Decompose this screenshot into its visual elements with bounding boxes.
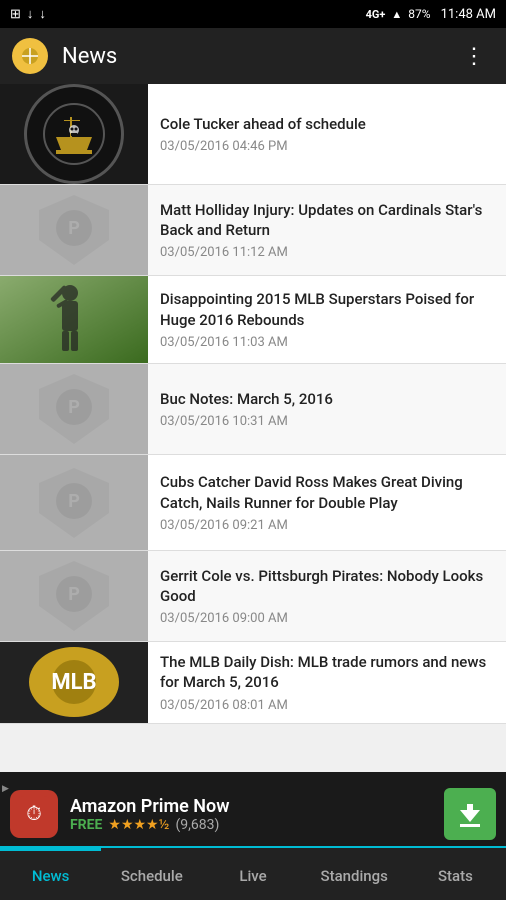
news-thumbnail [0,84,148,184]
nav-schedule-label: Schedule [121,867,183,885]
bottom-navigation: News Schedule Live Standings Stats [0,846,506,900]
nav-stats-label: Stats [438,867,473,885]
news-item[interactable]: P Buc Notes: March 5, 2016 03/05/2016 10… [0,364,506,455]
page-title: News [62,44,455,69]
news-list: Cole Tucker ahead of schedule 03/05/2016… [0,84,506,772]
news-title: Disappointing 2015 MLB Superstars Poised… [160,289,494,330]
ad-download-button[interactable] [444,788,496,840]
ad-free-label: FREE [70,817,102,833]
shield-icon: P [34,369,114,449]
svg-text:⏱: ⏱ [26,801,42,825]
svg-text:P: P [68,584,80,605]
network-indicator: 4G+ [366,8,386,21]
news-thumbnail: MLB [0,642,148,723]
ad-banner[interactable]: ▶ ⏱ Amazon Prime Now FREE ★★★★½ (9,683) [0,782,506,846]
news-date: 03/05/2016 09:21 AM [160,518,494,533]
nav-stats[interactable]: Stats [405,848,506,900]
news-content: The MLB Daily Dish: MLB trade rumors and… [148,642,506,723]
news-thumbnail: P [0,551,148,641]
news-content: Disappointing 2015 MLB Superstars Poised… [148,276,506,363]
nav-schedule[interactable]: Schedule [101,848,202,900]
nav-standings-label: Standings [321,867,388,885]
ad-label: ▶ [2,784,9,794]
news-title: Cole Tucker ahead of schedule [160,114,494,134]
news-item[interactable]: MLB The MLB Daily Dish: MLB trade rumors… [0,642,506,724]
ad-text-content: Amazon Prime Now FREE ★★★★½ (9,683) [70,796,432,833]
status-screenshots-icon: ⊞ [10,7,21,22]
news-item[interactable]: Cole Tucker ahead of schedule 03/05/2016… [0,84,506,185]
svg-text:P: P [68,218,80,239]
news-title: Matt Holliday Injury: Updates on Cardina… [160,200,494,241]
news-content: Cubs Catcher David Ross Makes Great Divi… [148,455,506,550]
ad-reviews: (9,683) [175,817,219,833]
news-title: Cubs Catcher David Ross Makes Great Divi… [160,472,494,513]
download-icon [456,800,484,828]
news-title: The MLB Daily Dish: MLB trade rumors and… [160,652,494,693]
svg-text:P: P [68,491,80,512]
ad-stars: ★★★★½ [108,817,169,833]
news-content: Gerrit Cole vs. Pittsburgh Pirates: Nobo… [148,551,506,641]
news-date: 03/05/2016 04:46 PM [160,139,494,154]
pirates-logo-icon [42,102,107,167]
battery-status: 87% [408,7,430,21]
overflow-menu-icon[interactable]: ⋮ [455,40,494,73]
news-thumbnail: P [0,364,148,454]
top-bar: News ⋮ [0,28,506,84]
time-display: 11:48 AM [441,7,496,22]
news-item[interactable]: P Matt Holliday Injury: Updates on Cardi… [0,185,506,276]
nav-live[interactable]: Live [202,848,303,900]
news-date: 03/05/2016 08:01 AM [160,698,494,713]
amazon-icon: ⏱ [16,796,52,832]
player-image-icon [0,276,148,363]
news-thumbnail: P [0,185,148,275]
svg-text:P: P [68,397,80,418]
mlb-logo-icon: MLB [39,647,109,717]
news-thumbnail [0,276,148,363]
nav-live-label: Live [239,867,266,885]
ad-app-icon: ⏱ [10,790,58,838]
news-item[interactable]: Disappointing 2015 MLB Superstars Poised… [0,276,506,364]
shield-icon: P [34,190,114,270]
news-date: 03/05/2016 11:03 AM [160,335,494,350]
shield-icon: P [34,463,114,543]
news-thumbnail: P [0,455,148,550]
news-title: Buc Notes: March 5, 2016 [160,389,494,409]
news-item[interactable]: P Cubs Catcher David Ross Makes Great Di… [0,455,506,551]
app-logo [12,38,48,74]
nav-standings[interactable]: Standings [304,848,405,900]
status-download2-icon: ↓ [39,6,46,22]
nav-news-label: News [32,867,70,885]
news-date: 03/05/2016 09:00 AM [160,611,494,626]
news-content: Matt Holliday Injury: Updates on Cardina… [148,185,506,275]
nav-news[interactable]: News [0,848,101,900]
news-item[interactable]: P Gerrit Cole vs. Pittsburgh Pirates: No… [0,551,506,642]
svg-text:MLB: MLB [51,670,96,695]
status-bar: ⊞ ↓ ↓ 4G+ ▲ 87% 11:48 AM [0,0,506,28]
news-date: 03/05/2016 10:31 AM [160,414,494,429]
ad-title: Amazon Prime Now [70,796,432,817]
baseball-logo-icon [16,42,44,70]
ad-subtitle: FREE ★★★★½ (9,683) [70,817,432,833]
signal-icon: ▲ [391,8,402,21]
news-title: Gerrit Cole vs. Pittsburgh Pirates: Nobo… [160,566,494,607]
status-download-icon: ↓ [27,6,34,22]
news-content: Buc Notes: March 5, 2016 03/05/2016 10:3… [148,364,506,454]
news-date: 03/05/2016 11:12 AM [160,245,494,260]
news-content: Cole Tucker ahead of schedule 03/05/2016… [148,84,506,184]
shield-icon: P [34,556,114,636]
